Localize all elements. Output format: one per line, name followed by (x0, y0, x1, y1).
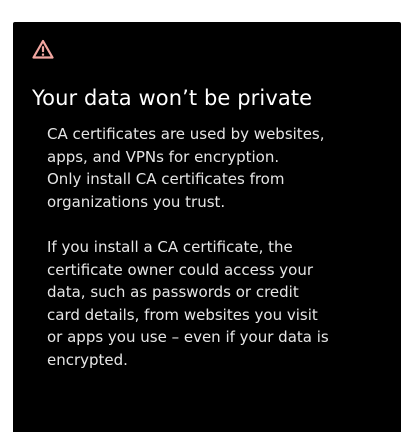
message-line: or apps you use – even if your data is (47, 328, 329, 346)
warning-triangle-icon (32, 39, 54, 59)
message-line: apps, and VPNs for encryption. (47, 147, 280, 166)
message-paragraph-encryption: CA certificates are used by websites, ap… (47, 123, 397, 213)
dialog-title: Your data won’t be private (32, 86, 313, 110)
message-line: CA certificates are used by websites, (47, 125, 325, 143)
message-line: encrypted. (47, 350, 128, 369)
certificate-warning-dialog: Your data won’t be private CA certificat… (13, 22, 401, 432)
message-line: certificate owner could access your (47, 260, 314, 279)
message-line: Only install CA certificates from (47, 170, 285, 188)
message-line: data, such as passwords or credit (47, 283, 299, 301)
dialog-message: CA certificates are used by websites, ap… (47, 123, 397, 371)
message-line: If you install a CA certificate, the (47, 238, 293, 256)
message-line: organizations you trust. (47, 192, 226, 211)
message-line: card details, from websites you visit (47, 305, 318, 324)
message-paragraph-risk: If you install a CA certificate, the cer… (47, 236, 397, 371)
